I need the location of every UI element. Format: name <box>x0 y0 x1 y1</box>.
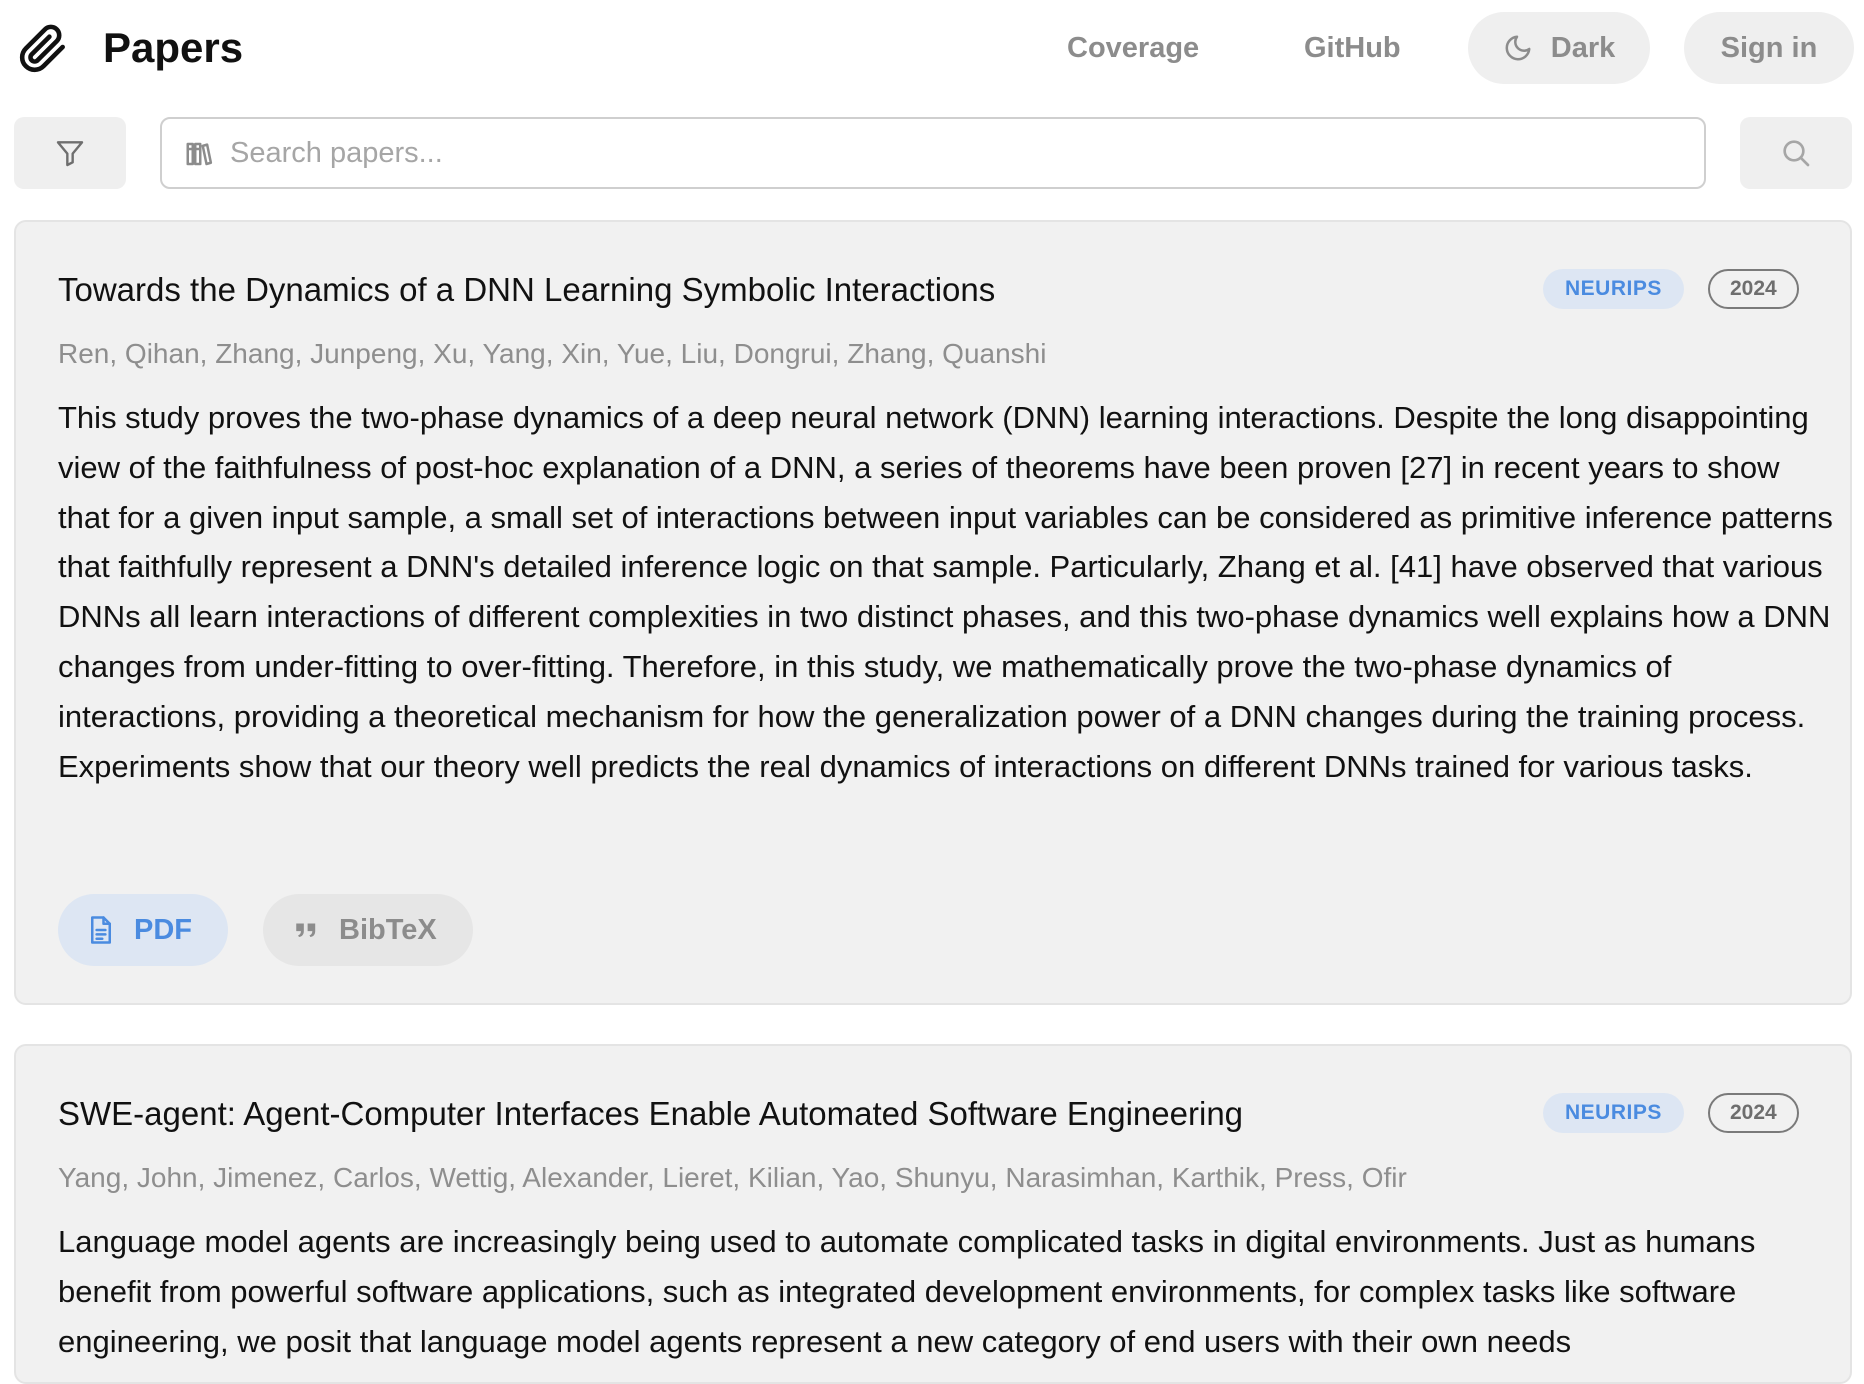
sign-in-label: Sign in <box>1720 31 1818 64</box>
paperclip-icon[interactable] <box>18 24 68 74</box>
paper-card: Towards the Dynamics of a DNN Learning S… <box>14 220 1852 1005</box>
year-badge: 2024 <box>1708 269 1799 309</box>
brand-title[interactable]: Papers <box>103 22 243 74</box>
paper-authors: Ren, Qihan, Zhang, Junpeng, Xu, Yang, Xi… <box>58 338 1047 369</box>
search-input[interactable] <box>230 127 1670 179</box>
nav-coverage-link[interactable]: Coverage <box>1067 28 1199 68</box>
nav-github-link[interactable]: GitHub <box>1304 28 1401 68</box>
venue-badge: NEURIPS <box>1543 1093 1684 1133</box>
dark-mode-label: Dark <box>1550 31 1616 64</box>
top-bar: Papers Coverage GitHub Dark Sign in <box>0 0 1864 98</box>
dark-mode-button[interactable]: Dark <box>1468 12 1650 84</box>
pdf-label: PDF <box>134 913 192 946</box>
paper-abstract: This study proves the two-phase dynamics… <box>58 400 1833 784</box>
search-button[interactable] <box>1740 117 1852 189</box>
sign-in-button[interactable]: Sign in <box>1684 12 1854 84</box>
library-icon <box>186 142 213 166</box>
pdf-button[interactable]: PDF <box>58 894 228 966</box>
venue-badge: NEURIPS <box>1543 269 1684 309</box>
filter-button[interactable] <box>14 117 126 189</box>
search-field[interactable] <box>160 117 1706 189</box>
paper-title[interactable]: Towards the Dynamics of a DNN Learning S… <box>58 268 995 312</box>
paper-title[interactable]: SWE-agent: Agent-Computer Interfaces Ena… <box>58 1092 1243 1136</box>
bibtex-button[interactable]: BibTeX <box>263 894 473 966</box>
search-icon <box>1783 140 1810 167</box>
document-icon <box>91 916 111 944</box>
bibtex-label: BibTeX <box>339 913 437 946</box>
paper-authors: Yang, John, Jimenez, Carlos, Wettig, Ale… <box>58 1162 1407 1193</box>
moon-icon <box>1505 35 1531 61</box>
quote-icon <box>296 923 316 938</box>
year-badge: 2024 <box>1708 1093 1799 1133</box>
filter-icon <box>56 141 84 167</box>
paper-card: SWE-agent: Agent-Computer Interfaces Ena… <box>14 1044 1852 1384</box>
paper-abstract: Language model agents are increasingly b… <box>58 1224 1756 1359</box>
